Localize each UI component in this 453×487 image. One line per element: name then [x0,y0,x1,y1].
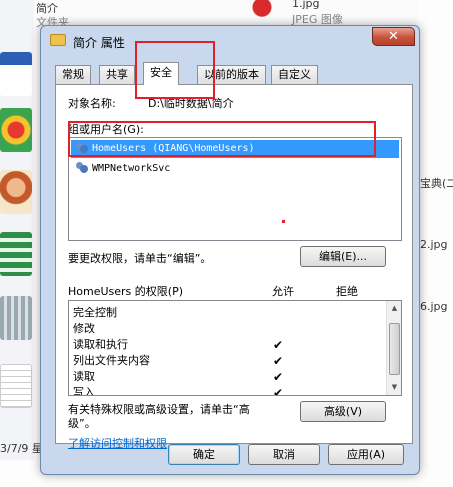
permissions-header-label: HomeUsers 的权限(P) [68,285,184,298]
bg-date: 3/7/9 星 [0,442,43,455]
permission-name: 完全控制 [73,306,117,319]
close-button[interactable]: ✕ [372,27,415,46]
scroll-up-icon[interactable]: ▲ [388,302,401,315]
bg-file-label-2: 2.jpg [420,238,448,251]
tab-sharing[interactable]: 共享 [99,65,135,84]
check-icon: ✔ [273,370,284,384]
permission-name: 修改 [73,322,95,335]
user-group-icon [75,161,89,175]
permissions-list[interactable]: 完全控制 修改 读取和执行 ✔ 列出文件夹内容 ✔ 读取 ✔ 写入 ✔ ▲ ▼ [68,300,402,396]
folder-icon [50,34,66,46]
bg-file-label-1: 宝典(二 [420,177,453,190]
permission-row-modify: 修改 [73,321,373,337]
edit-button[interactable]: 编辑(E)... [300,246,386,267]
bg-thumbnail-image[interactable] [0,296,32,340]
deny-column-header: 拒绝 [336,285,358,298]
bg-file-thumbnail[interactable] [240,0,284,24]
properties-dialog: 简介 属性 ✕ 常规 共享 安全 以前的版本 自定义 对象名称: D:\临时数据… [40,25,420,475]
user-name: WMPNetworkSvc [92,163,171,174]
permission-row-write: 写入 ✔ [73,385,373,396]
permission-row-read-execute: 读取和执行 ✔ [73,337,373,353]
change-permissions-text: 要更改权限，请单击“编辑”。 [68,252,212,265]
tab-general[interactable]: 常规 [55,65,91,84]
bg-thumbnail-chrome[interactable] [0,108,32,152]
bg-thumbnail-sheet[interactable] [0,232,32,276]
dialog-titlebar[interactable]: 简介 属性 ✕ [41,26,419,54]
permission-row-read: 读取 ✔ [73,369,373,385]
permission-name: 列出文件夹内容 [73,354,150,367]
ok-button[interactable]: 确定 [168,444,240,465]
special-permissions-text-line2: 级”。 [68,417,96,430]
dialog-title: 简介 属性 [73,36,125,50]
list-item-wmpnetworksvc[interactable]: WMPNetworkSvc [71,160,399,178]
permission-row-full-control: 完全控制 [73,305,373,321]
apply-button[interactable]: 应用(A) [328,444,404,465]
cancel-button[interactable]: 取消 [248,444,320,465]
highlight-box-user-group [68,121,376,157]
permission-name: 读取 [73,370,95,383]
bg-file-name: 1.jpg [292,0,320,10]
permission-row-list-folder: 列出文件夹内容 ✔ [73,353,373,369]
permission-name: 写入 [73,386,95,396]
red-dot-marker [282,220,285,223]
allow-column-header: 允许 [272,285,294,298]
bg-file-label-3: 6.jpg [420,300,448,313]
check-icon: ✔ [273,354,284,368]
tab-strip: 常规 共享 安全 以前的版本 自定义 [55,62,415,85]
check-icon: ✔ [273,338,284,352]
check-icon: ✔ [273,386,284,396]
scroll-down-icon[interactable]: ▼ [388,381,401,394]
permissions-scrollbar[interactable]: ▲ ▼ [386,301,401,395]
scroll-thumb[interactable] [389,323,400,375]
object-name-label: 对象名称: [68,97,116,110]
tab-security[interactable]: 安全 [143,62,179,85]
learn-access-control-link[interactable]: 了解访问控制和权限 [68,435,167,451]
tab-customize[interactable]: 自定义 [271,65,318,84]
bg-thumbnail-cartoon[interactable] [0,170,32,214]
advanced-button[interactable]: 高级(V) [300,401,386,422]
bg-thumbnail-text[interactable] [0,364,32,408]
bg-thumbnail-doc[interactable] [0,52,32,96]
permission-name: 读取和执行 [73,338,128,351]
